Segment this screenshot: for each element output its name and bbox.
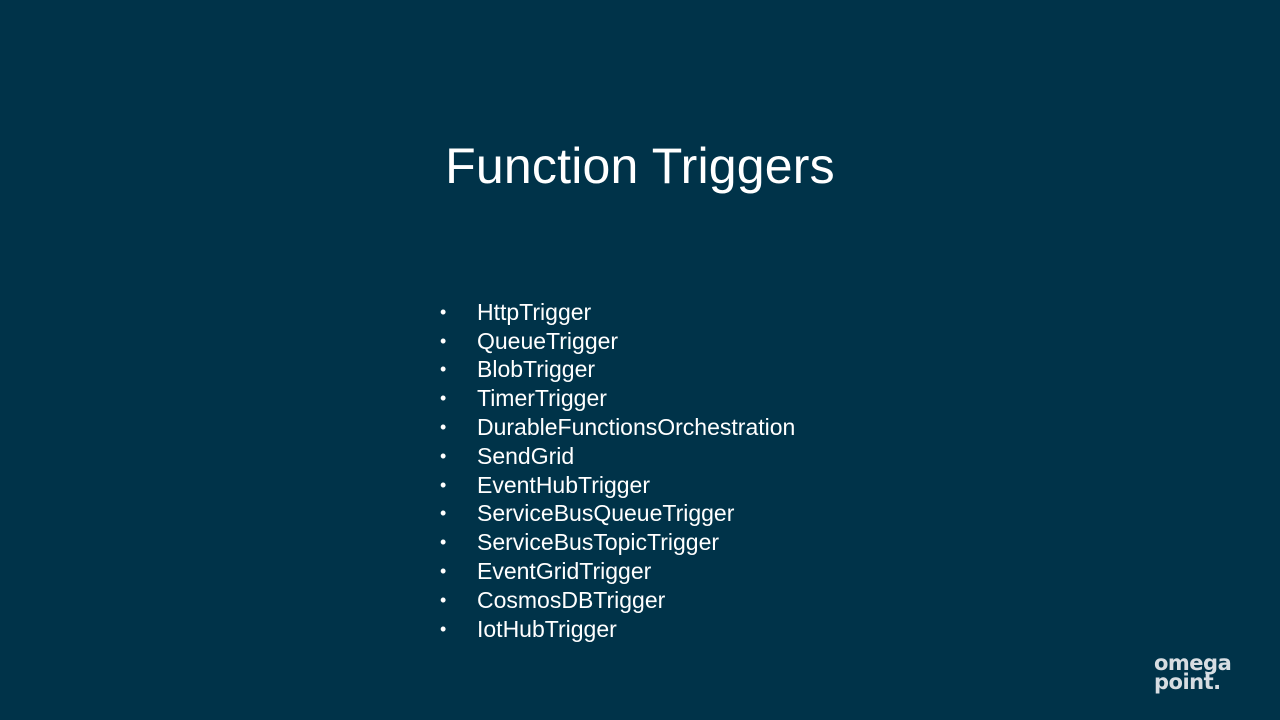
list-item-label: CosmosDBTrigger	[477, 586, 666, 613]
list-item: • HttpTrigger	[438, 298, 795, 327]
bullet-icon: •	[440, 445, 447, 466]
list-item-label: HttpTrigger	[477, 298, 592, 325]
bullet-icon: •	[440, 474, 447, 495]
trigger-list: • HttpTrigger • QueueTrigger • BlobTrigger …	[438, 298, 795, 644]
bullet-icon: •	[440, 359, 447, 380]
slide: Function Triggers • HttpTrigger • QueueTri…	[0, 0, 1280, 720]
bullet-icon: •	[440, 388, 447, 409]
list-item-label: TimerTrigger	[477, 385, 607, 412]
list-item: • CosmosDBTrigger	[438, 586, 795, 615]
bullet-icon: •	[440, 417, 447, 438]
omegapoint-logo: omega point.	[1154, 653, 1254, 698]
list-item-label: ServiceBusQueueTrigger	[477, 500, 735, 527]
list-item-label: ServiceBusTopicTrigger	[477, 529, 720, 556]
list-item: • EventHubTrigger	[438, 471, 795, 500]
list-item: • EventGridTrigger	[438, 557, 795, 586]
list-item: • SendGrid	[438, 442, 795, 471]
list-item-label: DurableFunctionsOrchestration	[477, 414, 796, 441]
list-item: • TimerTrigger	[438, 384, 795, 413]
list-item: • QueueTrigger	[438, 327, 795, 356]
logo-text-line2: point.	[1154, 670, 1221, 694]
list-item-label: EventGridTrigger	[477, 558, 652, 585]
list-item-label: BlobTrigger	[477, 356, 596, 383]
bullet-icon: •	[440, 330, 447, 351]
list-item: • IotHubTrigger	[438, 615, 795, 644]
list-item: • DurableFunctionsOrchestration	[438, 413, 795, 442]
list-item-label: QueueTrigger	[477, 327, 619, 354]
bullet-icon: •	[440, 532, 447, 553]
list-item-label: EventHubTrigger	[477, 471, 651, 498]
bullet-icon: •	[440, 301, 447, 322]
bullet-icon: •	[440, 589, 447, 610]
slide-title: Function Triggers	[445, 138, 835, 194]
list-item-label: IotHubTrigger	[477, 615, 617, 642]
list-item: • ServiceBusQueueTrigger	[438, 500, 795, 529]
list-item: • ServiceBusTopicTrigger	[438, 528, 795, 557]
list-item: • BlobTrigger	[438, 356, 795, 385]
bullet-icon: •	[440, 503, 447, 524]
list-item-label: SendGrid	[477, 442, 575, 469]
bullet-icon: •	[440, 618, 447, 639]
bullet-icon: •	[440, 561, 447, 582]
